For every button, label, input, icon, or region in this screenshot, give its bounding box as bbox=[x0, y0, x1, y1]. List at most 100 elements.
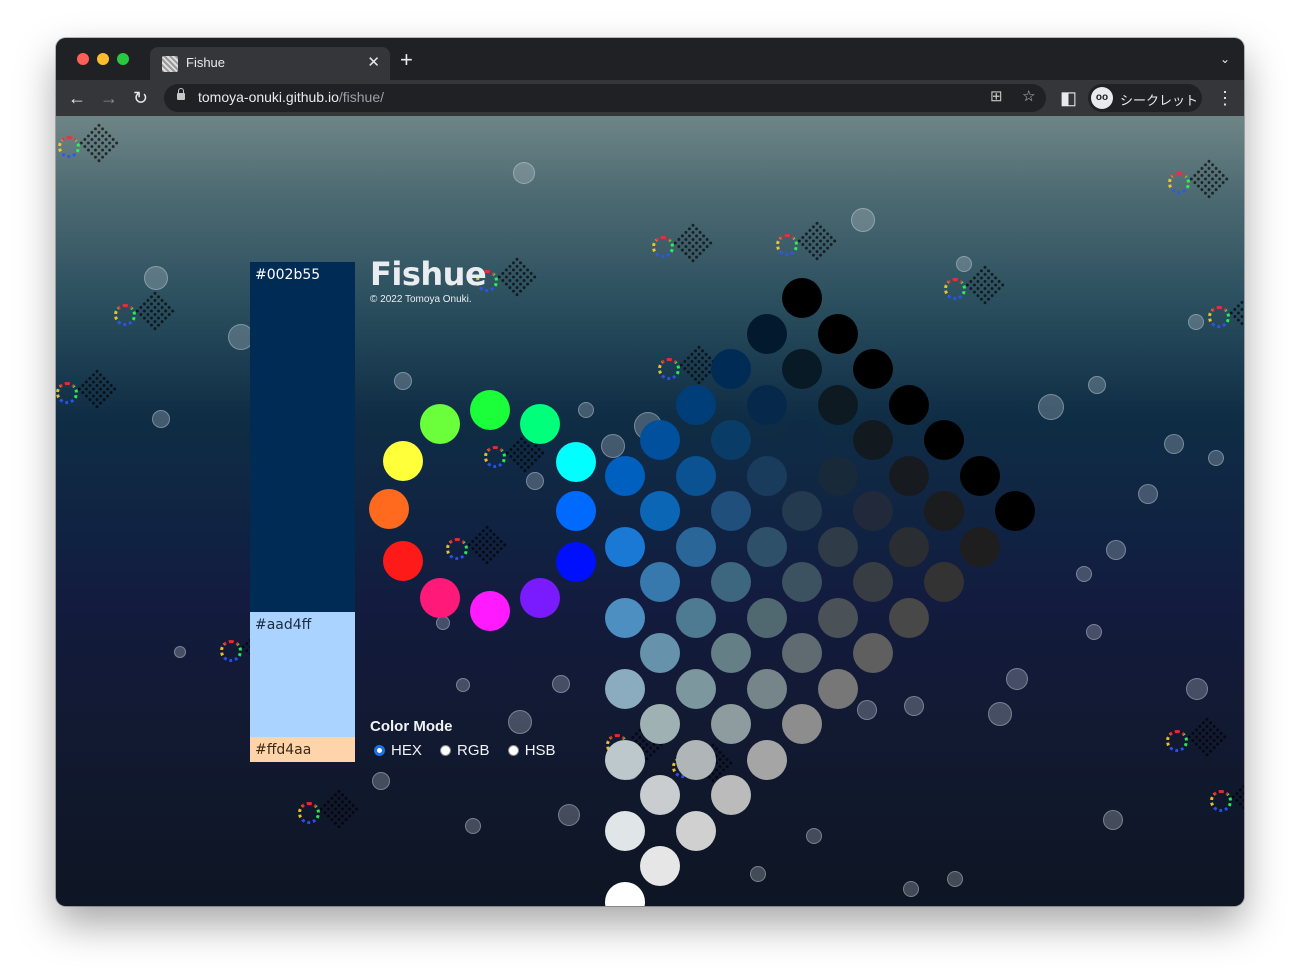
shade-dot[interactable] bbox=[782, 278, 822, 318]
radio-rgb[interactable] bbox=[440, 745, 452, 756]
shade-dot[interactable] bbox=[675, 668, 716, 709]
shade-dot[interactable] bbox=[604, 739, 645, 780]
shade-dot[interactable] bbox=[888, 526, 929, 567]
shade-dot[interactable] bbox=[782, 349, 822, 389]
palette-swatch[interactable]: #aad4ff bbox=[250, 612, 355, 737]
tab-search-button[interactable]: ⌄ bbox=[1220, 52, 1230, 66]
minimize-window-button[interactable] bbox=[97, 53, 109, 65]
shade-dot[interactable] bbox=[782, 420, 822, 460]
shade-dot[interactable] bbox=[711, 349, 751, 389]
shade-dot[interactable] bbox=[604, 526, 645, 567]
shade-dot[interactable] bbox=[711, 420, 751, 460]
browser-menu-icon[interactable]: ⋮ bbox=[1216, 86, 1234, 110]
shade-dot[interactable] bbox=[675, 384, 716, 425]
hue-dot[interactable] bbox=[383, 441, 423, 481]
tab-fishue[interactable]: Fishue ✕ bbox=[150, 47, 390, 80]
shade-dot[interactable] bbox=[604, 597, 645, 638]
radio-hex[interactable] bbox=[374, 745, 385, 756]
zoom-window-button[interactable] bbox=[117, 53, 129, 65]
shade-dot[interactable] bbox=[675, 455, 716, 496]
shade-dot[interactable] bbox=[853, 562, 893, 602]
side-panel-icon[interactable]: ◧ bbox=[1060, 86, 1077, 110]
hue-dot[interactable] bbox=[369, 489, 409, 529]
shade-dot[interactable] bbox=[817, 384, 858, 425]
new-tab-button[interactable]: + bbox=[400, 49, 413, 71]
shade-dot[interactable] bbox=[711, 704, 751, 744]
hue-dot[interactable] bbox=[520, 404, 560, 444]
hue-dot[interactable] bbox=[470, 390, 510, 430]
shade-dot[interactable] bbox=[640, 420, 680, 460]
palette-swatch[interactable]: #002b55 bbox=[250, 262, 355, 612]
shade-dot[interactable] bbox=[604, 810, 645, 851]
back-icon[interactable]: ← bbox=[68, 86, 86, 110]
shade-dot[interactable] bbox=[853, 491, 893, 531]
shade-dot[interactable] bbox=[640, 846, 680, 886]
hue-dot[interactable] bbox=[420, 404, 460, 444]
shade-dot[interactable] bbox=[888, 455, 929, 496]
close-window-button[interactable] bbox=[77, 53, 89, 65]
hue-dot[interactable] bbox=[556, 542, 596, 582]
shade-dot[interactable] bbox=[782, 491, 822, 531]
shade-dot[interactable] bbox=[711, 775, 751, 815]
shade-dot[interactable] bbox=[817, 597, 858, 638]
reload-icon[interactable]: ↻ bbox=[133, 86, 148, 110]
shade-dot[interactable] bbox=[782, 633, 822, 673]
forward-icon[interactable]: → bbox=[100, 86, 118, 110]
shade-dot[interactable] bbox=[746, 526, 787, 567]
hue-dot[interactable] bbox=[556, 491, 596, 531]
shade-dot[interactable] bbox=[995, 491, 1035, 531]
shade-dot[interactable] bbox=[853, 349, 893, 389]
shade-dot[interactable] bbox=[604, 881, 645, 906]
shade-dot[interactable] bbox=[924, 491, 964, 531]
shade-dot[interactable] bbox=[640, 562, 680, 602]
hue-dot[interactable] bbox=[383, 541, 423, 581]
shade-dot[interactable] bbox=[959, 526, 1000, 567]
shade-dot[interactable] bbox=[817, 313, 858, 354]
shade-dot[interactable] bbox=[711, 491, 751, 531]
color-mode-hsb[interactable]: HSB bbox=[507, 742, 556, 759]
tab-close-icon[interactable]: ✕ bbox=[367, 53, 380, 71]
shade-dot[interactable] bbox=[604, 455, 645, 496]
shade-dot[interactable] bbox=[888, 597, 929, 638]
incognito-indicator[interactable]: oo シークレット bbox=[1088, 84, 1202, 112]
shade-dot[interactable] bbox=[746, 668, 787, 709]
shade-dot[interactable] bbox=[675, 597, 716, 638]
hue-dot[interactable] bbox=[420, 578, 460, 618]
radio-hsb[interactable] bbox=[507, 745, 519, 756]
shade-dot[interactable] bbox=[746, 313, 787, 354]
shade-dot[interactable] bbox=[675, 526, 716, 567]
shade-dot[interactable] bbox=[782, 704, 822, 744]
color-mode-rgb[interactable]: RGB bbox=[440, 742, 490, 759]
shade-dot[interactable] bbox=[817, 526, 858, 567]
shade-dot[interactable] bbox=[746, 384, 787, 425]
shade-dot[interactable] bbox=[640, 491, 680, 531]
translate-icon[interactable]: ⊞ bbox=[990, 87, 1003, 105]
palette-swatch[interactable]: #ffd4aa bbox=[250, 737, 355, 762]
address-bar[interactable]: tomoya-onuki.github.io/fishue/ ⊞ ☆ bbox=[164, 84, 1046, 112]
hue-dot[interactable] bbox=[556, 442, 596, 482]
shade-dot[interactable] bbox=[888, 384, 929, 425]
shade-dot[interactable] bbox=[640, 704, 680, 744]
shade-dot[interactable] bbox=[675, 810, 716, 851]
shade-dot[interactable] bbox=[853, 420, 893, 460]
hue-dot[interactable] bbox=[470, 591, 510, 631]
shade-dot[interactable] bbox=[782, 562, 822, 602]
shade-dot[interactable] bbox=[640, 633, 680, 673]
shade-dot[interactable] bbox=[924, 420, 964, 460]
shade-dot[interactable] bbox=[959, 455, 1000, 496]
shade-dot[interactable] bbox=[746, 739, 787, 780]
shade-dot[interactable] bbox=[604, 668, 645, 709]
shade-dot[interactable] bbox=[746, 455, 787, 496]
shade-dot[interactable] bbox=[817, 455, 858, 496]
color-mode-hex[interactable]: HEX bbox=[374, 742, 422, 759]
shade-dot[interactable] bbox=[675, 739, 716, 780]
shade-dot[interactable] bbox=[711, 633, 751, 673]
shade-dot[interactable] bbox=[817, 668, 858, 709]
shade-dot[interactable] bbox=[640, 775, 680, 815]
shade-dot[interactable] bbox=[711, 562, 751, 602]
shade-dot[interactable] bbox=[853, 633, 893, 673]
shade-dot[interactable] bbox=[924, 562, 964, 602]
hue-dot[interactable] bbox=[520, 578, 560, 618]
shade-dot[interactable] bbox=[746, 597, 787, 638]
bookmark-star-icon[interactable]: ☆ bbox=[1022, 87, 1035, 105]
